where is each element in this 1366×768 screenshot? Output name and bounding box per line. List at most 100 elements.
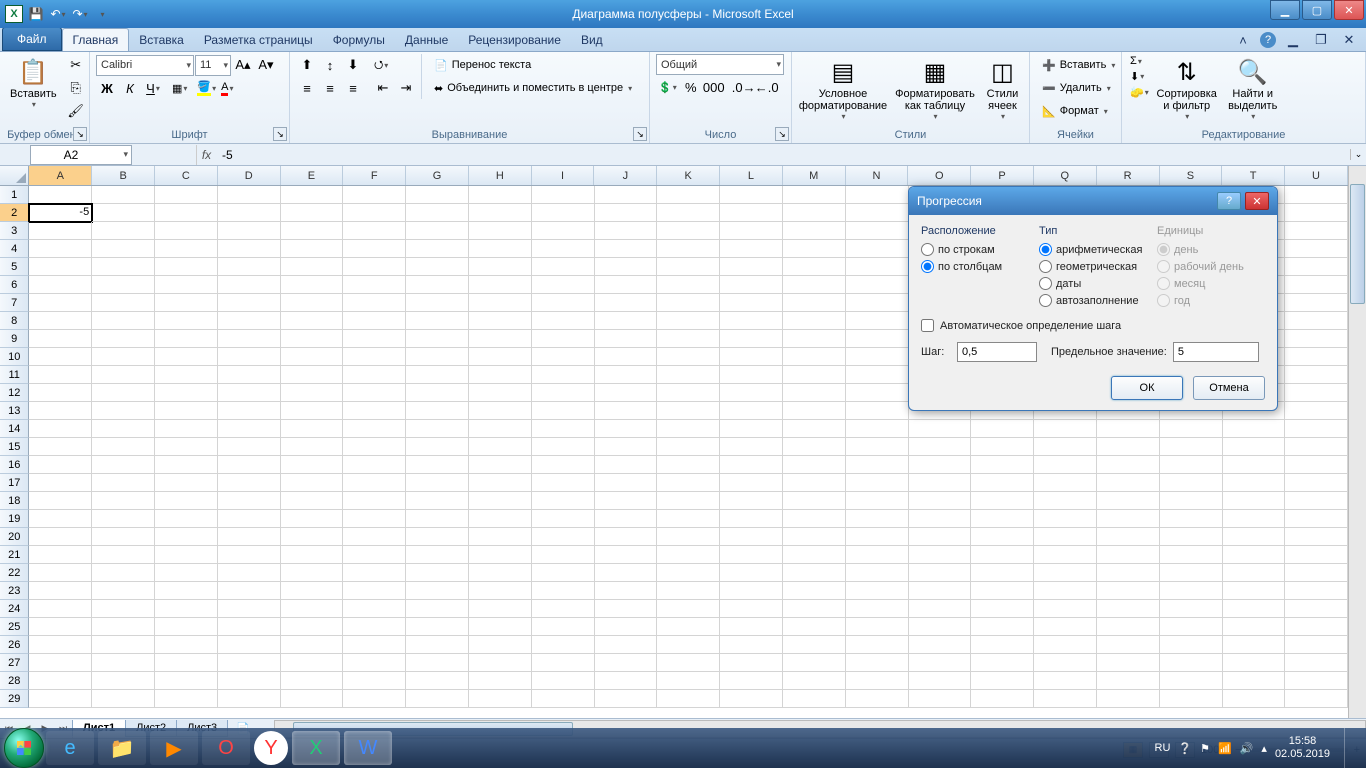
cell[interactable] <box>720 366 783 384</box>
cell[interactable] <box>406 636 469 654</box>
row-header[interactable]: 21 <box>0 546 29 564</box>
cell[interactable] <box>155 528 218 546</box>
cell[interactable] <box>29 312 92 330</box>
cell[interactable] <box>343 384 406 402</box>
column-header[interactable]: J <box>594 166 657 185</box>
cell[interactable] <box>846 276 909 294</box>
cell[interactable] <box>532 690 595 708</box>
cell[interactable] <box>281 294 344 312</box>
cell[interactable] <box>92 510 155 528</box>
increase-decimal-icon[interactable]: .0→ <box>733 76 755 98</box>
cell[interactable] <box>281 402 344 420</box>
cell[interactable] <box>281 420 344 438</box>
cell[interactable] <box>1223 690 1286 708</box>
cell[interactable] <box>406 492 469 510</box>
ribbon-minimize-icon[interactable]: ˄ <box>1232 29 1254 51</box>
cell[interactable] <box>1034 654 1097 672</box>
cell[interactable] <box>846 366 909 384</box>
cell[interactable] <box>971 618 1034 636</box>
cell[interactable] <box>218 456 281 474</box>
cell[interactable] <box>343 690 406 708</box>
help-icon[interactable]: ? <box>1260 32 1276 48</box>
cell[interactable] <box>532 672 595 690</box>
cell[interactable] <box>469 654 532 672</box>
grow-font-icon[interactable]: A▴ <box>232 54 254 76</box>
undo-icon[interactable]: ↶▾ <box>48 4 68 24</box>
tab-data[interactable]: Данные <box>395 29 458 51</box>
cell[interactable] <box>846 654 909 672</box>
cell[interactable] <box>1034 528 1097 546</box>
cell[interactable] <box>1034 456 1097 474</box>
cell[interactable] <box>1097 510 1160 528</box>
cell[interactable] <box>720 186 783 204</box>
cell[interactable] <box>909 636 972 654</box>
cell[interactable] <box>1034 510 1097 528</box>
cell[interactable] <box>218 366 281 384</box>
cell[interactable] <box>1285 186 1348 204</box>
cell[interactable] <box>783 456 846 474</box>
cell[interactable] <box>1097 636 1160 654</box>
cell[interactable] <box>595 690 658 708</box>
cell[interactable] <box>218 690 281 708</box>
cell[interactable] <box>1223 438 1286 456</box>
cell[interactable] <box>657 420 720 438</box>
cell[interactable] <box>1285 348 1348 366</box>
row-header[interactable]: 1 <box>0 186 29 204</box>
formula-expand-icon[interactable]: ⌄ <box>1350 149 1366 160</box>
cell[interactable] <box>783 654 846 672</box>
column-header[interactable]: E <box>281 166 344 185</box>
cell[interactable] <box>29 258 92 276</box>
cell[interactable] <box>783 636 846 654</box>
cell[interactable] <box>971 438 1034 456</box>
task-item-word[interactable]: W <box>344 731 392 765</box>
cell[interactable] <box>1097 618 1160 636</box>
cell[interactable] <box>92 258 155 276</box>
cell[interactable] <box>92 204 155 222</box>
shrink-font-icon[interactable]: A▾ <box>255 54 277 76</box>
conditional-formatting-button[interactable]: ▤ Условное форматирование▾ <box>798 54 888 123</box>
cell[interactable] <box>92 312 155 330</box>
cell[interactable] <box>469 294 532 312</box>
cell[interactable] <box>218 618 281 636</box>
cell[interactable] <box>595 402 658 420</box>
cell[interactable] <box>343 258 406 276</box>
cell[interactable] <box>406 186 469 204</box>
cell[interactable] <box>783 312 846 330</box>
cell[interactable] <box>532 510 595 528</box>
cell[interactable] <box>406 366 469 384</box>
task-item-excel[interactable]: X <box>292 731 340 765</box>
row-header[interactable]: 2 <box>0 204 29 222</box>
cell[interactable] <box>720 294 783 312</box>
cell[interactable] <box>1223 582 1286 600</box>
cell[interactable] <box>909 690 972 708</box>
cell[interactable] <box>155 672 218 690</box>
cell[interactable] <box>92 564 155 582</box>
cell[interactable] <box>595 672 658 690</box>
column-header[interactable]: G <box>406 166 469 185</box>
cell[interactable] <box>971 420 1034 438</box>
cell[interactable] <box>469 438 532 456</box>
cell[interactable] <box>1097 420 1160 438</box>
merge-center-button[interactable]: ⬌Объединить и поместить в центре▾ <box>428 77 638 99</box>
cell[interactable] <box>720 402 783 420</box>
cell[interactable] <box>406 276 469 294</box>
cell[interactable] <box>281 438 344 456</box>
border-icon[interactable]: ▦▾ <box>170 81 189 96</box>
cell[interactable] <box>532 618 595 636</box>
cell[interactable] <box>783 402 846 420</box>
cell[interactable] <box>406 474 469 492</box>
cell[interactable] <box>1097 654 1160 672</box>
bold-icon[interactable]: Ж <box>96 77 118 99</box>
cell[interactable] <box>343 366 406 384</box>
cell[interactable] <box>29 294 92 312</box>
cell[interactable] <box>281 258 344 276</box>
cell[interactable] <box>29 672 92 690</box>
cell[interactable] <box>1160 510 1223 528</box>
cell[interactable] <box>657 528 720 546</box>
cell[interactable] <box>343 564 406 582</box>
cell[interactable] <box>846 546 909 564</box>
cell[interactable] <box>783 600 846 618</box>
row-header[interactable]: 4 <box>0 240 29 258</box>
cell[interactable] <box>595 528 658 546</box>
cell[interactable] <box>155 582 218 600</box>
